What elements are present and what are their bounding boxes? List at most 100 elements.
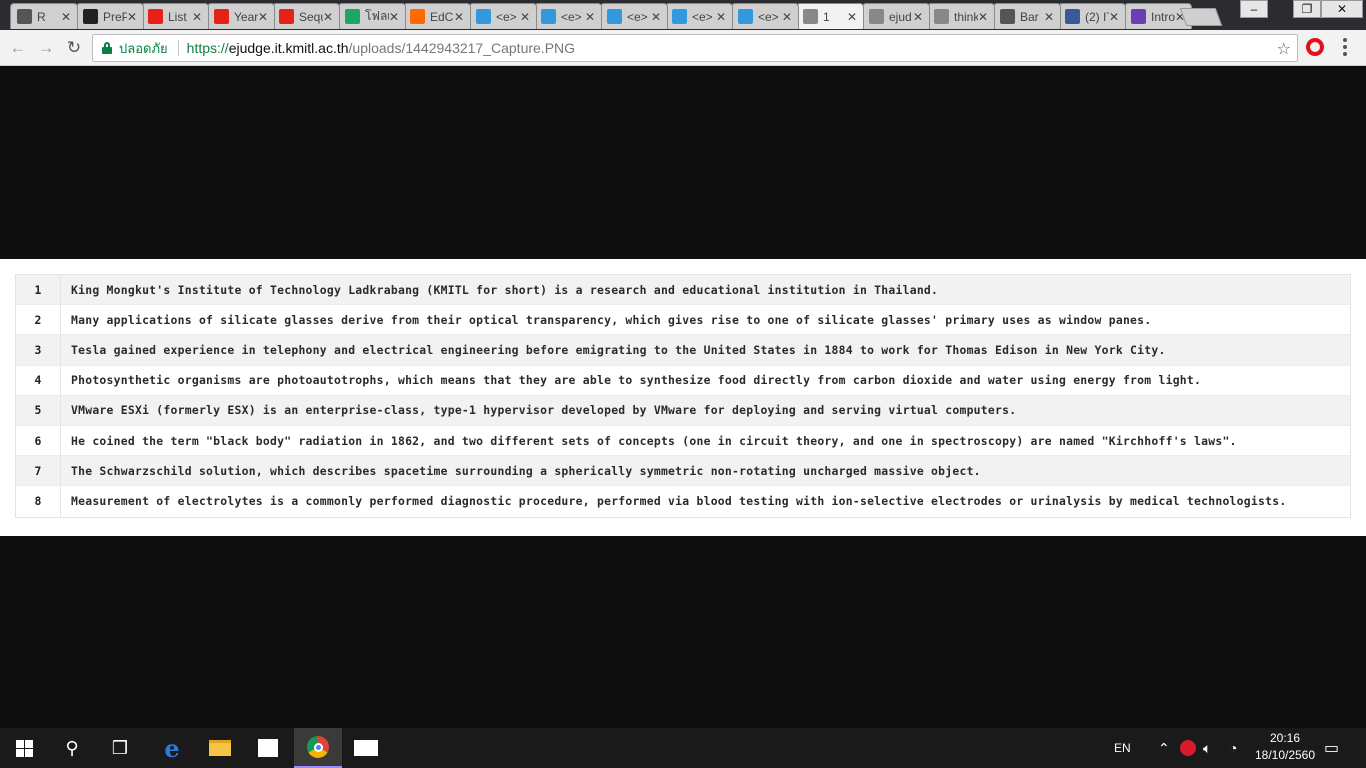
tab-close-icon[interactable]: ✕ — [978, 10, 988, 24]
edge-icon[interactable]: e — [148, 728, 196, 768]
line-text: The Schwarzschild solution, which descri… — [71, 463, 981, 478]
secure-label: ปลอดภัย — [119, 40, 168, 56]
antivirus-icon[interactable] — [1180, 728, 1196, 768]
tab[interactable]: <e> ✕ — [731, 3, 799, 29]
purple-app-icon — [1131, 9, 1146, 24]
opera-extension-icon[interactable] — [1306, 38, 1324, 56]
line-text: Tesla gained experience in telephony and… — [71, 342, 1166, 357]
notification-icon[interactable]: ▭ — [1324, 728, 1339, 768]
clock-time: 20:16 — [1269, 731, 1301, 745]
tab-label: <e> — [561, 9, 582, 24]
page-icon — [803, 9, 818, 24]
tab[interactable]: R ✕ — [10, 3, 78, 29]
tab-close-icon[interactable]: ✕ — [127, 10, 137, 24]
tab-label: ejud — [889, 9, 912, 24]
file-explorer-icon[interactable] — [196, 728, 244, 768]
line-text: Many applications of silicate glasses de… — [71, 312, 1152, 327]
tab[interactable]: Bar ✕ — [993, 3, 1061, 29]
tab-close-icon[interactable]: ✕ — [651, 10, 661, 24]
table-row: 4 Photosynthetic organisms are photoautot… — [16, 365, 1350, 396]
line-number: 4 — [16, 365, 61, 395]
tab-label: (2) IT — [1085, 9, 1109, 24]
close-window-button[interactable]: ✕ — [1321, 0, 1363, 18]
restore-button[interactable]: ❐ — [1293, 0, 1321, 18]
tab[interactable]: ejud ✕ — [862, 3, 930, 29]
table-row: 5 VMware ESXi (formerly ESX) is an enterp… — [16, 395, 1350, 426]
tab-close-icon[interactable]: ✕ — [389, 10, 399, 24]
facebook-icon — [1065, 9, 1080, 24]
new-tab-button[interactable] — [1179, 8, 1223, 26]
tab-close-icon[interactable]: ✕ — [258, 10, 268, 24]
tab-close-icon[interactable]: ✕ — [716, 10, 726, 24]
chevron-up-icon[interactable]: ⌃ — [1158, 728, 1170, 768]
line-text: He coined the term "black body" radiatio… — [71, 433, 1237, 448]
tab-label: think — [954, 9, 978, 24]
reader-icon — [1000, 9, 1015, 24]
tab-close-icon[interactable]: ✕ — [782, 10, 792, 24]
tab-close-icon[interactable]: ✕ — [323, 10, 333, 24]
tab-close-icon[interactable]: ✕ — [1109, 10, 1119, 24]
browser-toolbar: ← → ↻ ปลอดภัย https://ejudge.it.kmitl.ac… — [0, 30, 1366, 66]
task-view-icon[interactable]: ❒ — [96, 728, 144, 768]
minimize-button[interactable]: – — [1240, 0, 1268, 18]
tab-label: List — [168, 9, 187, 24]
forward-button[interactable]: → — [36, 38, 56, 58]
mail-icon[interactable] — [342, 728, 390, 768]
tab[interactable]: <e> ✕ — [665, 3, 733, 29]
volume-icon[interactable]: 🔈︎ — [1203, 728, 1211, 768]
tab-close-icon[interactable]: ✕ — [913, 10, 923, 24]
tab-close-icon[interactable]: ✕ — [520, 10, 530, 24]
tab[interactable]: think ✕ — [927, 3, 995, 29]
youtube-icon — [148, 9, 163, 24]
tab-label: 1 — [823, 9, 830, 24]
menu-icon[interactable] — [1343, 38, 1347, 56]
tab-label: <e> — [758, 9, 779, 24]
url-scheme: https:// — [186, 40, 229, 56]
tab-close-icon[interactable]: ✕ — [585, 10, 595, 24]
line-number: 5 — [16, 395, 61, 425]
wifi-icon[interactable]: ◔ — [1229, 728, 1237, 768]
tab-label: Bar — [1020, 9, 1039, 24]
clock[interactable]: 20:16 18/10/2560 — [1242, 730, 1328, 764]
tab-label: R — [37, 9, 46, 24]
tab[interactable]: (2) IT✕ — [1058, 3, 1126, 29]
search-icon[interactable]: ⚲ — [48, 728, 96, 768]
tab[interactable]: <e> ✕ — [534, 3, 602, 29]
tab[interactable]: โฟลเ ✕ — [338, 3, 406, 29]
tab-close-icon[interactable]: ✕ — [192, 10, 202, 24]
line-number: 3 — [16, 335, 61, 365]
chrome-icon[interactable] — [294, 728, 342, 768]
it-icon — [738, 9, 753, 24]
back-button[interactable]: ← — [8, 38, 28, 58]
tab-close-icon[interactable]: ✕ — [61, 10, 71, 24]
tab[interactable]: EdCl ✕ — [403, 3, 471, 29]
line-text: Photosynthetic organisms are photoautotr… — [71, 373, 1202, 388]
bookmark-star-icon[interactable]: ☆ — [1277, 39, 1291, 59]
start-button[interactable] — [0, 728, 48, 768]
tab[interactable]: List ✕ — [141, 3, 209, 29]
lock-icon — [102, 42, 112, 54]
tab-strip: Intro✕(2) IT✕Bar✕think✕ejud✕1✕<e>✕<e>✕<e… — [0, 0, 1366, 30]
tab-close-icon[interactable]: ✕ — [847, 10, 857, 24]
line-text: King Mongkut's Institute of Technology L… — [71, 282, 939, 297]
tab-label: โฟลเ — [365, 9, 389, 23]
taskbar: ⚲ ❒ e EN ⌃ 🔈︎ ◔ 20:16 18/10/2560 ▭ — [0, 728, 1366, 768]
minimize-icon: – — [1250, 2, 1258, 16]
tab-label: Intro — [1151, 9, 1175, 24]
tab[interactable]: <e> ✕ — [600, 3, 668, 29]
address-bar[interactable]: ปลอดภัย https://ejudge.it.kmitl.ac.th/up… — [92, 34, 1298, 62]
store-icon[interactable] — [244, 728, 292, 768]
tab[interactable]: PreP✕ — [76, 3, 144, 29]
divider — [177, 40, 179, 56]
line-number: 1 — [16, 275, 61, 305]
tab[interactable]: 1 ✕ — [796, 3, 864, 29]
table-row: 3 Tesla gained experience in telephony an… — [16, 335, 1350, 366]
tab[interactable]: <e> ✕ — [469, 3, 537, 29]
tab[interactable]: Sequ✕ — [272, 3, 340, 29]
reload-button[interactable]: ↻ — [64, 38, 84, 58]
tab-close-icon[interactable]: ✕ — [454, 10, 464, 24]
tab-close-icon[interactable]: ✕ — [1044, 10, 1054, 24]
tab[interactable]: Years✕ — [207, 3, 275, 29]
table-row: 7 The Schwarzschild solution, which descr… — [16, 456, 1350, 487]
language-indicator[interactable]: EN — [1114, 728, 1131, 768]
